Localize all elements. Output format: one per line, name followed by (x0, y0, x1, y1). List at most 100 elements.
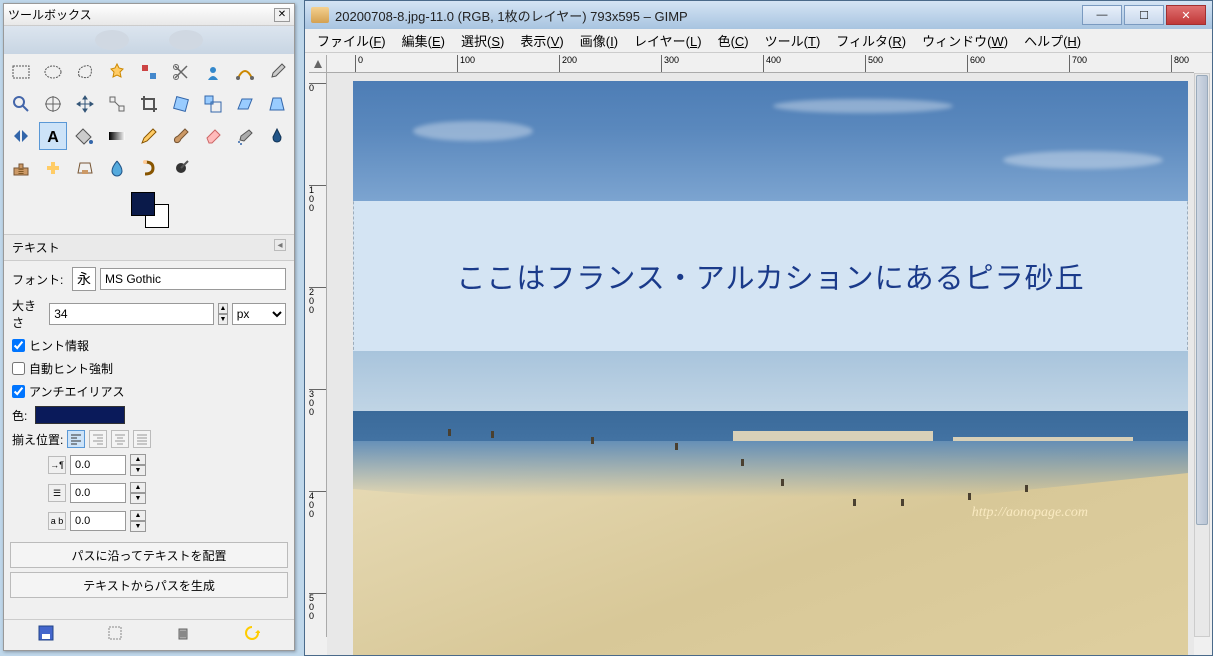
indent-up[interactable]: ▲ (130, 454, 146, 465)
airbrush-tool[interactable] (231, 122, 259, 150)
hint-checkbox[interactable]: ヒント情報 (12, 337, 286, 354)
menu-w[interactable]: ウィンドウ(W) (914, 28, 1016, 53)
ruler-corner[interactable] (309, 55, 327, 73)
lts-up[interactable]: ▲ (130, 510, 146, 521)
menu-l[interactable]: レイヤー(L) (626, 28, 710, 53)
text-along-path-button[interactable]: パスに沿ってテキストを配置 (10, 542, 288, 568)
toolbox-titlebar[interactable]: ツールボックス ✕ (4, 4, 294, 26)
person (853, 499, 856, 506)
align-right-button[interactable] (89, 430, 107, 448)
letter-spacing-input[interactable] (70, 511, 126, 531)
person (741, 459, 744, 466)
restore-options-icon[interactable] (106, 624, 124, 642)
close-button[interactable]: ✕ (1166, 5, 1206, 25)
text-color-swatch[interactable] (35, 406, 125, 424)
scale-tool[interactable] (199, 90, 227, 118)
align-fill-button[interactable] (133, 430, 151, 448)
vertical-ruler[interactable]: 0100200300400500 (309, 73, 327, 637)
indent-down[interactable]: ▼ (130, 465, 146, 476)
flip-tool[interactable] (7, 122, 35, 150)
rotate-tool[interactable] (167, 90, 195, 118)
clone-tool[interactable]: ☰ (7, 154, 35, 182)
minimize-button[interactable]: — (1082, 5, 1122, 25)
fuzzy-select-tool[interactable] (103, 58, 131, 86)
measure-tool[interactable] (39, 90, 67, 118)
blend-tool[interactable] (103, 122, 131, 150)
dodge-tool[interactable] (167, 154, 195, 182)
person (901, 499, 904, 506)
align-label: 揃え位置: (12, 431, 63, 448)
ls-up[interactable]: ▲ (130, 482, 146, 493)
font-name-input[interactable] (100, 268, 286, 290)
window-titlebar[interactable]: 20200708-8.jpg-11.0 (RGB, 1枚のレイヤー) 793x5… (305, 1, 1212, 29)
delete-options-icon[interactable] (174, 624, 192, 642)
menu-v[interactable]: 表示(V) (512, 28, 571, 53)
auto-hint-checkbox[interactable]: 自動ヒント強制 (12, 360, 286, 377)
size-down-button[interactable]: ▼ (218, 314, 228, 325)
text-options-panel: フォント: 永 大きさ ▲ ▼ px ヒント情報 自動ヒント強制 アンチエイリア… (4, 261, 294, 538)
toolbox-close-button[interactable]: ✕ (274, 8, 290, 22)
person (675, 443, 678, 450)
perspective-clone-tool[interactable] (71, 154, 99, 182)
line-spacing-input[interactable] (70, 483, 126, 503)
lts-down[interactable]: ▼ (130, 521, 146, 532)
image-canvas[interactable]: ここはフランス・アルカションにあるピラ砂丘 http://aonopage.co… (353, 81, 1188, 655)
ls-down[interactable]: ▼ (130, 493, 146, 504)
zoom-tool[interactable] (7, 90, 35, 118)
free-select-tool[interactable] (71, 58, 99, 86)
canvas-area[interactable]: ここはフランス・アルカションにあるピラ砂丘 http://aonopage.co… (327, 73, 1194, 655)
menu-h[interactable]: ヘルプ(H) (1016, 28, 1089, 53)
letter-spacing-icon: a b (48, 512, 66, 530)
font-browse-button[interactable]: 永 (72, 267, 96, 291)
text-tool[interactable]: A (39, 122, 67, 150)
rect-select-tool[interactable] (7, 58, 35, 86)
size-up-button[interactable]: ▲ (218, 303, 228, 314)
person (781, 479, 784, 486)
size-input[interactable] (49, 303, 214, 325)
menu-s[interactable]: 選択(S) (453, 28, 512, 53)
paintbrush-tool[interactable] (167, 122, 195, 150)
align-center-button[interactable] (111, 430, 129, 448)
ink-tool[interactable] (263, 122, 291, 150)
wilber-icon (95, 30, 129, 50)
blur-tool[interactable] (103, 154, 131, 182)
menu-f[interactable]: ファイル(F) (309, 28, 394, 53)
save-options-icon[interactable] (37, 624, 55, 642)
crop-tool[interactable] (135, 90, 163, 118)
pencil-tool[interactable] (135, 122, 163, 150)
scrollbar-thumb[interactable] (1196, 75, 1208, 525)
shear-tool[interactable] (231, 90, 259, 118)
dock-icon[interactable]: ◂ (274, 239, 286, 251)
align-tool[interactable] (103, 90, 131, 118)
size-label: 大きさ (12, 297, 45, 331)
align-left-button[interactable] (67, 430, 85, 448)
foreground-select-tool[interactable] (199, 58, 227, 86)
menu-c[interactable]: 色(C) (710, 28, 757, 53)
vertical-scrollbar[interactable] (1194, 73, 1210, 637)
paths-tool[interactable] (231, 58, 259, 86)
smudge-tool[interactable] (135, 154, 163, 182)
indent-input[interactable] (70, 455, 126, 475)
image-sky-upper (353, 81, 1188, 201)
menu-i[interactable]: 画像(I) (572, 28, 626, 53)
size-unit-select[interactable]: px (232, 303, 286, 325)
text-to-path-button[interactable]: テキストからパスを生成 (10, 572, 288, 598)
menu-r[interactable]: フィルタ(R) (828, 28, 914, 53)
fg-color-swatch[interactable] (131, 192, 155, 216)
bucket-fill-tool[interactable] (71, 122, 99, 150)
perspective-tool[interactable] (263, 90, 291, 118)
by-color-select-tool[interactable] (135, 58, 163, 86)
menu-e[interactable]: 編集(E) (394, 28, 453, 53)
ruler-tick: 200 (309, 287, 327, 315)
maximize-button[interactable]: ☐ (1124, 5, 1164, 25)
eraser-tool[interactable] (199, 122, 227, 150)
reset-options-icon[interactable] (243, 624, 261, 642)
menu-t[interactable]: ツール(T) (757, 28, 829, 53)
antialias-checkbox[interactable]: アンチエイリアス (12, 383, 286, 400)
horizontal-ruler[interactable]: 0100200300400500600700800 (327, 55, 1194, 73)
scissors-tool[interactable] (167, 58, 195, 86)
color-picker-tool[interactable] (263, 58, 291, 86)
ellipse-select-tool[interactable] (39, 58, 67, 86)
move-tool[interactable] (71, 90, 99, 118)
heal-tool[interactable] (39, 154, 67, 182)
